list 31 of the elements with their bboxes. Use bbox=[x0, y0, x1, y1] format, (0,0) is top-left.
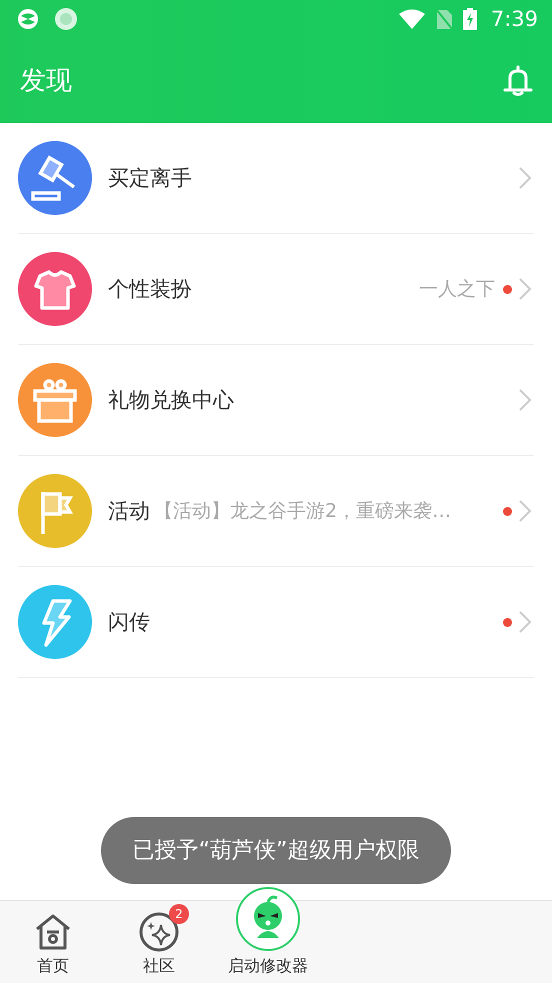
menu-title: 闪传 bbox=[108, 609, 150, 636]
no-sim-icon bbox=[434, 8, 453, 30]
menu-title: 买定离手 bbox=[108, 165, 192, 192]
app-logo-icon bbox=[16, 6, 40, 30]
menu-row[interactable]: 闪传 bbox=[18, 567, 534, 678]
menu-title: 礼物兑换中心 bbox=[108, 387, 234, 414]
menu-title: 活动 bbox=[108, 498, 150, 525]
chevron-right-icon bbox=[518, 610, 532, 634]
battery-icon bbox=[462, 8, 477, 30]
menu-note: 一人之下 bbox=[419, 277, 495, 302]
status-time: 7:39 bbox=[490, 6, 538, 30]
chevron-right-icon bbox=[518, 388, 532, 412]
notification-badge: 2 bbox=[169, 904, 189, 924]
toast-message: 已授予“葫芦侠”超级用户权限 bbox=[100, 817, 452, 884]
nav-tab[interactable]: 2 社区 bbox=[106, 901, 212, 983]
house-icon bbox=[33, 912, 73, 952]
page-title: 发现 bbox=[20, 64, 72, 98]
chevron-right-icon bbox=[518, 166, 532, 190]
activity-preview: 【活动】龙之谷手游2，重磅来袭… bbox=[154, 499, 452, 524]
menu-row[interactable]: 礼物兑换中心 bbox=[18, 345, 534, 456]
menu-row[interactable]: 买定离手 bbox=[18, 123, 534, 234]
nav-tab[interactable]: 首页 bbox=[0, 901, 106, 983]
chevron-right-icon bbox=[518, 277, 532, 301]
notification-bell-icon[interactable] bbox=[501, 63, 535, 97]
chevron-right-icon bbox=[518, 499, 532, 523]
app-logo-icon bbox=[54, 6, 78, 30]
menu-row[interactable]: 个性装扮 一人之下 bbox=[18, 234, 534, 345]
nav-tab[interactable]: 启动修改器 bbox=[212, 881, 324, 983]
menu-title: 个性装扮 bbox=[108, 276, 192, 303]
wifi-icon bbox=[398, 8, 425, 28]
menu-row[interactable]: 活动 【活动】龙之谷手游2，重磅来袭… bbox=[18, 456, 534, 567]
